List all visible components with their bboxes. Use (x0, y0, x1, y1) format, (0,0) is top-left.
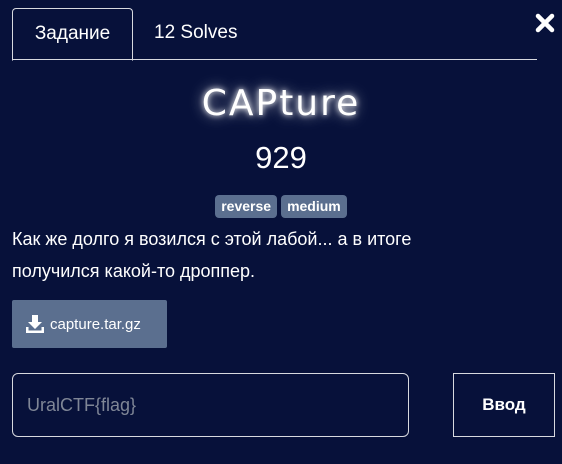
tab-solves[interactable]: 12 Solves (154, 8, 237, 60)
challenge-tags: reverse medium (0, 195, 562, 218)
tag-reverse: reverse (215, 195, 278, 218)
close-icon[interactable] (534, 12, 556, 34)
tab-challenge[interactable]: Задание (12, 8, 133, 61)
challenge-points: 929 (255, 140, 307, 175)
description-line: получился какой-то дроппер. (12, 261, 256, 281)
challenge-name: CAPture (201, 83, 361, 124)
file-name: capture.tar.gz (50, 315, 141, 333)
description-line: Как же долго я возился с этой лабой... а… (12, 229, 412, 249)
download-icon (25, 314, 45, 334)
flag-input[interactable] (12, 373, 409, 437)
challenge-modal: Задание 12 Solves CAPture 929 reverse me… (0, 0, 562, 464)
challenge-description: Как же долго я возился с этой лабой... а… (12, 223, 532, 287)
challenge-tabs: Задание 12 Solves (12, 8, 537, 61)
tag-medium: medium (281, 195, 347, 218)
submit-button[interactable]: Ввод (453, 373, 555, 437)
download-file-button[interactable]: capture.tar.gz (12, 300, 167, 348)
